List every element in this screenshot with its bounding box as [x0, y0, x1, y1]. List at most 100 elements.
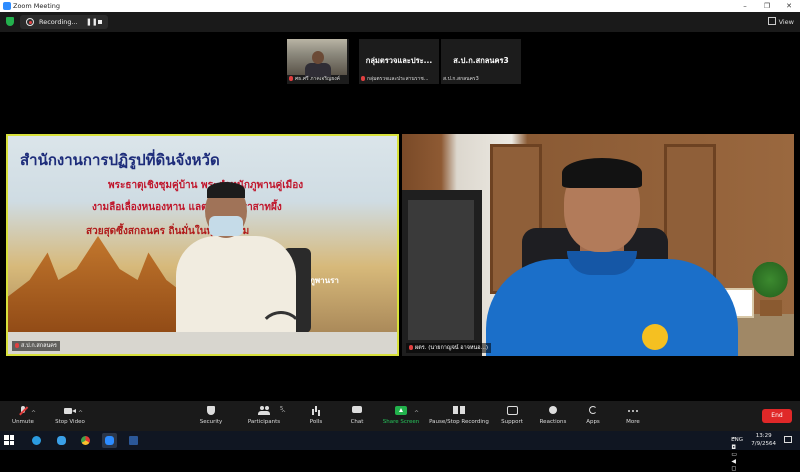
participant-thumbnail-1[interactable]: ศธ.ศรี ภาคเจริญยงค์ — [287, 39, 349, 84]
chrome-icon[interactable] — [78, 433, 93, 448]
banner-line: งามลือเลื่องหนองหาน แลตระการปราสาทผึ้ง — [92, 202, 282, 213]
edge-icon[interactable] — [29, 433, 44, 448]
language-indicator[interactable]: ENG — [731, 437, 743, 443]
zoom-icon[interactable] — [102, 433, 117, 448]
temple-illustration — [8, 236, 188, 346]
pause-stop-recording-label: Pause/Stop Recording — [429, 419, 489, 425]
chat-icon — [351, 406, 363, 416]
recording-label: Recording... — [39, 18, 78, 26]
person-hair — [207, 182, 245, 198]
banner-title: สำนักงานการปฏิรูปที่ดินจังหวัด — [20, 151, 220, 169]
more-icon — [627, 406, 639, 416]
share-screen-button[interactable]: ^ Share Screen — [381, 401, 421, 431]
participant-name-label: ศธ.ศรี ภาคเจริญยงค์ — [289, 75, 347, 83]
participant-name-label: กลุ่มตรวจและประสานราช... — [361, 75, 437, 83]
chat-label: Chat — [350, 419, 364, 425]
video-feed: สำนักงานการปฏิรูปที่ดินจังหวัด พระธาตุเช… — [8, 136, 397, 354]
more-button[interactable]: More — [620, 401, 646, 431]
participant-video — [287, 39, 347, 77]
unmute-button[interactable]: ^ Unmute — [8, 401, 38, 431]
banner-line: พระธาตุเชิงชุมคู่บ้าน พระตำหนักภูพานคู่เ… — [108, 180, 304, 191]
reactions-icon — [547, 406, 559, 416]
unmute-label: Unmute — [12, 419, 34, 425]
minimize-button[interactable]: – — [734, 0, 756, 12]
zoom-app-icon — [3, 2, 11, 10]
participant-name-label: ส.ป.ก.สกลนคร3 — [443, 76, 479, 82]
face-mask — [209, 216, 243, 236]
participant-name-tag: ส.ป.ก.สกลนคร — [12, 341, 60, 351]
meeting-toolbar: ^ Unmute ^ Stop Video Security 5 ^ Partic… — [0, 401, 800, 431]
meeting-info-shield-icon[interactable] — [6, 17, 14, 26]
muted-mic-icon — [15, 343, 19, 348]
video-tile-active-speaker[interactable]: สำนักงานการปฏิรูปที่ดินจังหวัด พระธาตุเช… — [6, 134, 399, 356]
microphone-stand — [258, 311, 304, 354]
stop-recording-icon[interactable] — [98, 20, 102, 24]
more-label: More — [626, 419, 640, 425]
apps-icon — [587, 406, 599, 416]
window-title: Zoom Meeting — [13, 2, 61, 10]
recording-dot-icon — [26, 18, 34, 26]
muted-mic-icon — [289, 76, 293, 81]
grid-view-icon — [767, 17, 776, 25]
chevron-up-icon[interactable]: ^ — [78, 410, 83, 417]
end-meeting-button[interactable]: End — [762, 409, 792, 423]
muted-mic-icon — [361, 76, 365, 81]
ie-icon[interactable] — [54, 433, 69, 448]
reactions-button[interactable]: Reactions — [537, 401, 569, 431]
video-feed — [402, 134, 794, 356]
pause-stop-recording-icon — [453, 406, 465, 416]
security-button[interactable]: Security — [195, 401, 227, 431]
window-title-bar: Zoom Meeting – ❐ ✕ — [0, 0, 800, 12]
word-icon[interactable] — [126, 433, 141, 448]
windows-start-icon[interactable] — [4, 435, 14, 445]
support-label: Support — [501, 419, 523, 425]
muted-mic-icon — [409, 345, 413, 350]
view-button[interactable]: View — [767, 15, 794, 29]
cabinet-door — [408, 200, 474, 340]
participants-button[interactable]: 5 ^ Participants — [246, 401, 286, 431]
stop-video-label: Stop Video — [55, 419, 85, 425]
polls-icon — [310, 406, 322, 416]
table — [8, 332, 397, 354]
shirt-logo — [642, 324, 668, 350]
notification-icon[interactable] — [784, 436, 792, 443]
stop-video-button[interactable]: ^ Stop Video — [52, 401, 88, 431]
apps-label: Apps — [586, 419, 600, 425]
participant-thumbnail-2[interactable]: กลุ่มตรวจและประ... กลุ่มตรวจและประสานราช… — [359, 39, 439, 84]
participant-thumbnail-3[interactable]: ส.ป.ก.สกลนคร3 ส.ป.ก.สกลนคร3 — [441, 39, 521, 84]
participants-label: Participants — [247, 419, 281, 425]
time-label: 13:29 — [755, 433, 772, 439]
participant-display-name: กลุ่มตรวจและประ... — [365, 56, 433, 65]
chevron-up-icon[interactable]: ^ — [414, 410, 419, 417]
participant-name-tag: ผตร. (นายกาญจน์ อาจหนอ...) — [406, 343, 491, 353]
video-tile[interactable]: ผตร. (นายกาญจน์ อาจหนอ...) — [402, 134, 794, 356]
polls-label: Polls — [309, 419, 323, 425]
date-label: 7/9/2564 — [751, 441, 776, 447]
reactions-label: Reactions — [539, 419, 567, 425]
support-button[interactable]: Support — [498, 401, 526, 431]
participant-display-name: ส.ป.ก.สกลนคร3 — [453, 56, 509, 65]
chevron-up-icon[interactable]: ^ — [281, 410, 286, 417]
person-hair — [562, 158, 642, 188]
cabinet — [402, 190, 482, 356]
clock[interactable]: 13:29 7/9/2564 — [751, 432, 776, 448]
windows-taskbar: ^ ◘ ▭ ◀ ◻ ENG 13:29 7/9/2564 — [0, 431, 800, 472]
security-label: Security — [199, 419, 223, 425]
share-screen-icon: ^ — [395, 406, 419, 417]
chat-button[interactable]: Chat — [344, 401, 370, 431]
maximize-button[interactable]: ❐ — [756, 0, 778, 12]
pause-stop-recording-button[interactable]: Pause/Stop Recording — [428, 401, 490, 431]
participants-icon: 5 ^ — [258, 406, 286, 417]
apps-button[interactable]: Apps — [580, 401, 606, 431]
support-icon — [506, 406, 518, 416]
polls-button[interactable]: Polls — [303, 401, 329, 431]
pause-recording-icon[interactable]: ❚❚ — [86, 15, 98, 29]
video-camera-icon: ^ — [64, 406, 83, 417]
share-screen-label: Share Screen — [382, 419, 420, 425]
mic-muted-icon: ^ — [17, 406, 36, 417]
chevron-up-icon[interactable]: ^ — [31, 410, 36, 417]
person-head — [312, 51, 324, 64]
meeting-top-bar: Recording... ❚❚ View — [0, 12, 800, 32]
shield-icon — [205, 406, 217, 416]
close-button[interactable]: ✕ — [778, 0, 800, 12]
